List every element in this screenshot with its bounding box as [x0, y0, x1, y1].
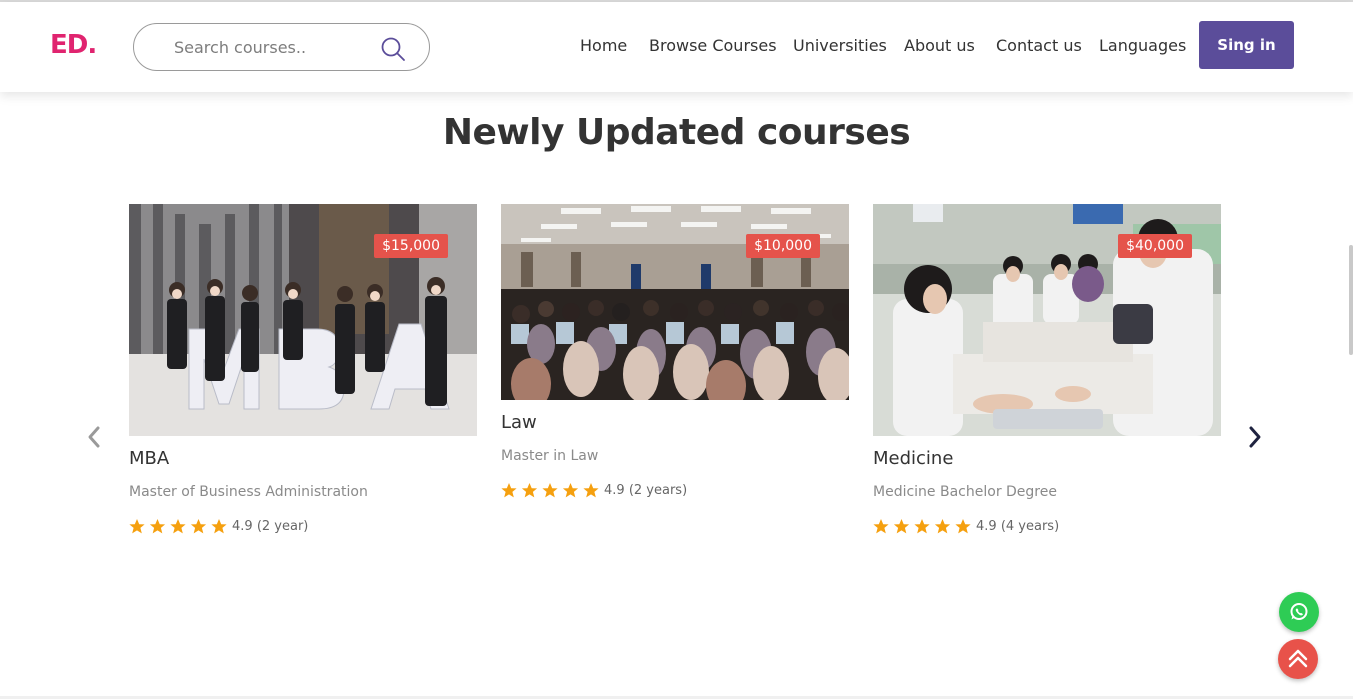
rating-text: 4.9 (4 years) [976, 518, 1059, 536]
course-card-medicine[interactable]: $40,000 Medicine Medicine Bachelor Degre… [873, 204, 1221, 544]
course-subtitle: Master in Law [501, 448, 599, 464]
star-icon [542, 483, 558, 498]
course-duration: (4 years) [1000, 519, 1060, 534]
rating-stars [873, 519, 971, 534]
course-subtitle: Master of Business Administration [129, 484, 368, 500]
rating-text: 4.9 (2 years) [604, 482, 687, 500]
star-icon [190, 519, 207, 534]
star-icon [893, 519, 910, 534]
star-icon [211, 519, 227, 534]
nav-home[interactable]: Home [580, 36, 627, 55]
star-icon [521, 483, 538, 498]
sign-in-button[interactable]: Sing in [1199, 21, 1294, 69]
course-title[interactable]: Medicine [873, 448, 953, 469]
course-image: $15,000 [129, 204, 477, 436]
star-icon [562, 483, 579, 498]
price-badge: $40,000 [1118, 234, 1192, 258]
star-icon [873, 519, 889, 534]
main-nav: Home Browse Courses Universities About u… [0, 36, 1353, 60]
nav-about-us[interactable]: About us [904, 36, 975, 55]
course-image: $10,000 [501, 204, 849, 400]
star-icon [501, 483, 517, 498]
nav-languages[interactable]: Languages [1099, 36, 1186, 55]
nav-contact-us[interactable]: Contact us [996, 36, 1082, 55]
rating-value: 4.9 [232, 519, 253, 534]
star-icon [955, 519, 971, 534]
course-duration: (2 year) [256, 519, 309, 534]
section-title: Newly Updated courses [442, 112, 911, 153]
course-duration: (2 years) [628, 483, 688, 498]
navbar: ED. Home Browse Courses Universities Abo… [0, 2, 1353, 92]
star-icon [149, 519, 166, 534]
scrollbar[interactable] [1349, 245, 1353, 355]
chevron-right-icon[interactable] [1245, 424, 1265, 450]
course-title[interactable]: MBA [129, 448, 169, 469]
whatsapp-button[interactable] [1279, 592, 1319, 632]
whatsapp-icon [1290, 603, 1308, 620]
star-icon [129, 519, 145, 534]
chevrons-up-icon [1288, 649, 1308, 668]
course-title[interactable]: Law [501, 412, 537, 433]
star-icon [170, 519, 186, 534]
rating-stars [501, 483, 599, 498]
rating-text: 4.9 (2 year) [232, 518, 308, 536]
price-badge: $10,000 [746, 234, 820, 258]
nav-browse-courses[interactable]: Browse Courses [649, 36, 777, 55]
rating-value: 4.9 [976, 519, 997, 534]
star-icon [934, 519, 951, 534]
course-card-mba[interactable]: $15,000 MBA Master of Business Administr… [129, 204, 477, 544]
nav-universities[interactable]: Universities [793, 36, 887, 55]
scroll-to-top-button[interactable] [1278, 639, 1318, 679]
price-badge: $15,000 [374, 234, 448, 258]
star-icon [583, 483, 599, 498]
chevron-left-icon[interactable] [84, 424, 104, 450]
course-card-law[interactable]: $10,000 Law Master in Law 4.9 (2 years) [501, 204, 849, 504]
star-icon [914, 519, 930, 534]
course-subtitle: Medicine Bachelor Degree [873, 484, 1057, 500]
rating-value: 4.9 [604, 483, 625, 498]
course-image: $40,000 [873, 204, 1221, 436]
rating-stars [129, 519, 227, 534]
